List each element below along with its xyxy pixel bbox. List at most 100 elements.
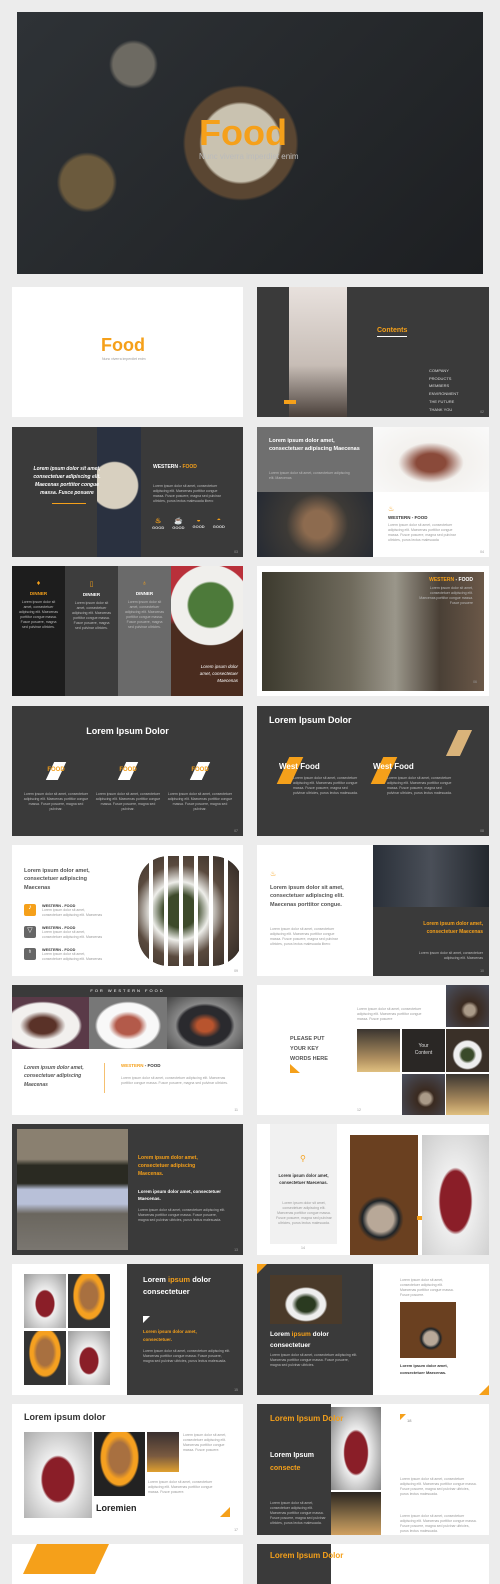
hero-slide[interactable]: Food Nunc viverra imperdiet enim: [17, 12, 483, 274]
slide-number: 03: [234, 550, 238, 554]
body-text: Lorem ipsum dolor sit amet, consectetuer…: [148, 1480, 213, 1494]
hero-title: Food: [199, 112, 287, 153]
slide-20[interactable]: Lorem Ipsum Dolor: [257, 1544, 489, 1584]
slide-number: 06: [473, 680, 477, 684]
food-label: West Food: [279, 762, 320, 771]
cone-icon: ♁: [24, 948, 36, 960]
slide-12[interactable]: PLEASE PUT YOUR KEY WORDS HERE Lorem ips…: [257, 985, 489, 1115]
dinner-text: Lorem ipsum dolor sit amet, consectetuer…: [18, 600, 59, 629]
photo-caption: Lorem ipsum dolor amet, consectetuer Mae…: [199, 664, 238, 683]
section-heading: WESTERN - FOOD: [388, 515, 428, 520]
pancake-photo: [68, 1274, 110, 1328]
cake-photo: [24, 1432, 92, 1518]
contents-item[interactable]: PRODUCTS: [429, 375, 459, 383]
street-cafe-photo: [17, 1129, 128, 1250]
body-text: Lorem ipsum dolor sit amet, consectetuer…: [388, 523, 456, 542]
slide-number: 10: [480, 969, 484, 973]
contents-list: COMPANY PRODUCTS MEMBERS ENVIRONMENT THE…: [429, 367, 459, 413]
section-heading: WESTERN - FOOD: [153, 464, 197, 470]
contents-item[interactable]: THANK YOU: [429, 406, 459, 414]
pancake-photo: [24, 1331, 66, 1385]
dinner-text: Lorem ipsum dolor sit amet, consectetuer…: [71, 601, 112, 630]
drink-icon: ▯: [89, 581, 94, 588]
slide-07[interactable]: Lorem Ipsum Dolor FOOD Lorem ipsum dolor …: [12, 706, 243, 836]
food-label: West Food: [373, 762, 414, 771]
body-text: Lorem ipsum dolor sit amet, consectetuer…: [143, 1349, 231, 1363]
slide-08[interactable]: Lorem Ipsum Dolor West Food West Food Lo…: [257, 706, 489, 836]
panel-title: Lorem ipsum dolor amet, consectetuer adi…: [269, 438, 360, 452]
pin-icon: ⚲: [300, 1154, 306, 1163]
slide-title: Lorem ipsum dolor: [24, 1412, 106, 1422]
slide-06[interactable]: WESTERN - FOOD Lorem ipsum dolor sit ame…: [257, 566, 489, 696]
slide-10[interactable]: ♨ Lorem ipsum dolor sit amet, consectetu…: [257, 845, 489, 976]
quote: Lorem ipsum dolor sit amet, consectetuer…: [33, 466, 101, 496]
feature-text: Lorem ipsum dolor sit amet, consectetuer…: [42, 952, 103, 961]
accent-bar: [284, 400, 296, 404]
slide-18[interactable]: Lorem Ipsum Dolor Lorem Ipsum consecte L…: [257, 1404, 489, 1535]
dinner-item: ♦ DINNER Lorem ipsum dolor sit amet, conse…: [12, 580, 65, 631]
glass-icon: ▽: [24, 926, 36, 938]
dinner-label: DINNER: [135, 591, 154, 596]
cake-photo: [68, 1331, 110, 1385]
slide-09[interactable]: Lorem ipsum dolor amet, consectetuer adi…: [12, 845, 243, 976]
food-label: FOOD: [191, 767, 209, 773]
icon-label: GOOD: [192, 524, 205, 529]
icon-item: ◒ GOOD: [192, 517, 204, 530]
feature-item: ♪ WESTERN - FOOD Lorem ipsum dolor sit ame…: [24, 904, 104, 918]
cake-photo: [422, 1135, 489, 1255]
dining-photo: [331, 1492, 381, 1535]
slide-11[interactable]: FOR WESTERN FOOD Lorem ipsum dolor amet,…: [12, 985, 243, 1115]
subtitle: Lorem ipsum dolor amet, consectetuer Mae…: [138, 1189, 222, 1201]
icon-item: ♨ GOOD: [152, 517, 164, 530]
quote: Lorem ipsum dolor amet, consectetuer adi…: [24, 1065, 84, 1088]
dinner-columns: ♦ DINNER Lorem ipsum dolor sit amet, conse…: [12, 580, 171, 631]
body-text: Lorem ipsum dolor sit amet, consectetuer…: [387, 776, 452, 795]
corner-triangle: [479, 1385, 489, 1395]
food-columns: FOOD Lorem ipsum dolor sit amet, consecte…: [20, 762, 236, 812]
barista-photo: [373, 845, 489, 907]
slide-01[interactable]: Food Nunc viverra imperdiet enim: [12, 287, 243, 417]
slide-02[interactable]: Contents COMPANY PRODUCTS MEMBERS ENVIRO…: [257, 287, 489, 417]
slide-number: 09: [234, 969, 238, 973]
dish-icon: ♨: [270, 871, 277, 878]
slide-number: 11: [234, 1108, 238, 1112]
icon-row: ♨ GOOD ☕ GOOD ◒ GOOD ◓ GOOD: [152, 517, 225, 530]
food-item: FOOD Lorem ipsum dolor sit amet, consecte…: [92, 762, 164, 812]
slide-number: 04: [480, 550, 484, 554]
feature-text: Lorem ipsum dolor sit amet, consectetuer…: [42, 908, 103, 917]
photo-tile: [402, 1074, 445, 1115]
divider: [52, 503, 86, 504]
icon-label: GOOD: [152, 525, 165, 530]
slide-title: Lorem ipsum dolor consectetuer: [143, 1274, 233, 1298]
slide-number: 08: [480, 829, 484, 833]
slide-16[interactable]: Lorem ipsum dolor consectetuer Lorem ips…: [257, 1264, 489, 1395]
food-label: FOOD: [119, 767, 137, 773]
slide-03[interactable]: Lorem ipsum dolor sit amet, consectetuer…: [12, 427, 243, 557]
icecream-icon: ♁: [141, 580, 148, 587]
slide-14[interactable]: ⚲ Lorem ipsum dolor amet, consectetuer M…: [257, 1124, 489, 1255]
slide-17[interactable]: Lorem ipsum dolor Lorem ipsum dolor sit …: [12, 1404, 243, 1535]
body-text: Lorem ipsum dolor sit amet, consectetuer…: [270, 1353, 358, 1367]
slide-13[interactable]: Lorem ipsum dolor amet, consectetuer adi…: [12, 1124, 243, 1255]
heading-accent: WESTERN: [121, 1063, 144, 1068]
pasta-photo: [167, 997, 243, 1049]
dinner-item: ♁ DINNER Lorem ipsum dolor sit amet, conse…: [118, 580, 171, 631]
feature-item: ▽ WESTERN - FOOD Lorem ipsum dolor sit ame…: [24, 926, 104, 940]
slide-05[interactable]: ♦ DINNER Lorem ipsum dolor sit amet, conse…: [12, 566, 243, 696]
body-text: Lorem ipsum dolor sit amet, consectetuer…: [270, 1501, 326, 1525]
orange-triangle: [220, 1507, 230, 1517]
title-accent: ipsum: [291, 1331, 311, 1338]
contents-item[interactable]: THE FUTURE: [429, 398, 459, 406]
contents-item[interactable]: ENVIRONMENT: [429, 390, 459, 398]
slide-04[interactable]: Lorem ipsum dolor amet, consectetuer adi…: [257, 427, 489, 557]
title-accent: ipsum: [168, 1275, 191, 1284]
oatmeal-photo: [350, 1135, 418, 1255]
slide-title: Lorem Ipsum Dolor: [86, 726, 169, 736]
contents-item[interactable]: COMPANY: [429, 367, 459, 375]
slide-title: Lorem Ipsum Dolor: [269, 715, 352, 725]
contents-item[interactable]: MEMBERS: [429, 382, 459, 390]
slide-15[interactable]: Lorem ipsum dolor consectetuer Lorem ips…: [12, 1264, 243, 1395]
slide-19[interactable]: [12, 1544, 243, 1584]
slide-title: Lorem Ipsum Dolor: [270, 1414, 344, 1423]
pot-icon: ◓: [216, 517, 221, 524]
